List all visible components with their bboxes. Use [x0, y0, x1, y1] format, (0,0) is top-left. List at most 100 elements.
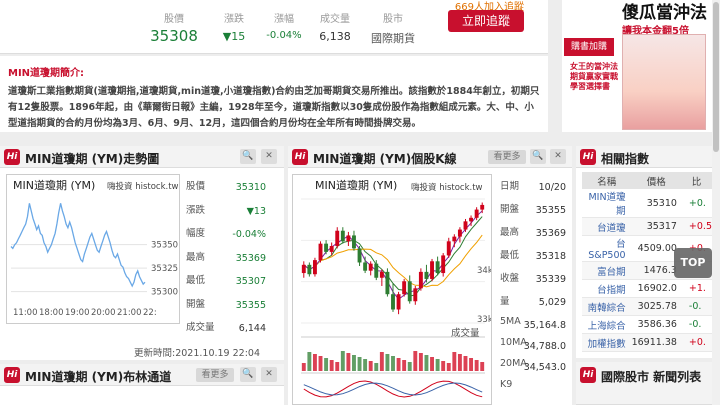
index-row[interactable]: 加權指數 16911.38 +0. — [582, 333, 712, 352]
volume-bar — [368, 361, 373, 371]
y-tick-label: 33k — [477, 315, 491, 325]
trend-stat-label: 開盤 — [186, 298, 206, 310]
kline-stat-label: 收盤 — [500, 273, 520, 284]
candle-body — [335, 230, 340, 247]
index-row[interactable]: 台道瓊 35317 +0.5 — [582, 217, 712, 236]
trend-stat-value: 6,144 — [238, 323, 266, 334]
volume-bar — [430, 357, 434, 371]
index-name[interactable]: 台指期 — [582, 279, 632, 298]
volume-bar — [318, 356, 323, 371]
candle-body — [357, 248, 362, 263]
volume-bar — [307, 352, 312, 371]
index-price: 16911.38 — [631, 333, 681, 352]
kline-stat-row: 收盤 35339 — [500, 270, 566, 293]
y-tick-label: 35350 — [151, 241, 178, 251]
candle-body — [469, 217, 474, 222]
volume-bar — [352, 355, 356, 371]
index-price: 3025.78 — [631, 297, 681, 316]
index-name[interactable]: MIN道瓊期 — [582, 189, 632, 218]
candle-body — [329, 246, 334, 252]
index-header-cell[interactable]: 比 — [680, 172, 712, 189]
zoom-icon[interactable]: 🔍 — [240, 149, 256, 164]
volume-cell: 成交量 6,138 — [312, 10, 358, 43]
bollinger-panel-title: MIN道瓊期 (YM)布林通道 — [25, 370, 172, 384]
trend-stat-row: 幅度 -0.04% — [186, 225, 266, 249]
scrollbar-thumb[interactable] — [713, 2, 719, 152]
index-row[interactable]: 南韓綜合 3025.78 -0. — [582, 297, 712, 316]
price-label: 股價 — [164, 14, 184, 25]
index-name[interactable]: 富台期 — [582, 261, 632, 280]
trend-stat-row: 股價 35310 — [186, 178, 266, 202]
index-header-cell[interactable]: 價格 — [631, 172, 681, 189]
candle-body — [318, 243, 323, 261]
update-time: 更新時間:2021.10.19 22:04 — [134, 348, 260, 359]
index-row[interactable]: MIN道瓊期 35310 +0. — [582, 189, 712, 218]
kline-stat-value: 35339 — [535, 274, 566, 285]
x-tick-label: 18:00 — [39, 308, 64, 318]
pct-label: 漲幅 — [274, 14, 294, 25]
trend-panel-header: Hi MIN道瓊期 (YM)走勢圖 🔍 ✕ — [0, 146, 284, 168]
scrollbar[interactable] — [712, 0, 720, 405]
trend-chart-frame: MIN道瓊期 (YM) 嗨投資 histock.tw 35350 35325 353… — [6, 174, 180, 324]
hi-logo-icon: Hi — [580, 149, 596, 165]
ma-stat-value: 35,164.8 — [523, 320, 566, 331]
close-icon[interactable]: ✕ — [550, 149, 566, 164]
index-name[interactable]: 台S&P500 — [582, 235, 632, 262]
ad-book-cover — [622, 34, 706, 130]
trend-stat-value: -0.04% — [232, 229, 266, 240]
trend-stat-value: 35369 — [235, 252, 266, 264]
zoom-icon[interactable]: 🔍 — [240, 367, 256, 382]
trend-stat-row: 最高 35369 — [186, 249, 266, 273]
kline-panel: Hi MIN道瓊期 (YM)個股K線 看更多 🔍 ✕ MIN道瓊期 (YM) 嗨… — [288, 146, 572, 405]
index-name[interactable]: 南韓綜合 — [582, 297, 632, 316]
index-price: 35317 — [631, 217, 681, 236]
trend-panel: Hi MIN道瓊期 (YM)走勢圖 🔍 ✕ MIN道瓊期 (YM) 嗨投資 hi… — [0, 146, 284, 360]
index-row[interactable]: 上海綜合 3586.36 -0. — [582, 315, 712, 334]
candle-body — [396, 294, 401, 310]
trend-stat-label: 成交量 — [186, 322, 215, 333]
candle-body — [413, 288, 418, 302]
kline-stat-label: 日期 — [500, 181, 520, 192]
track-button[interactable]: 立即追蹤 — [448, 10, 524, 32]
volume-bar — [457, 354, 462, 371]
candle-body — [463, 221, 468, 230]
candle-body — [452, 236, 457, 242]
book-ad[interactable]: 傻瓜當沖法 讓我本金翻5倍 購書加購 女王的當沖法 期貨贏家實戰學習選擇書 — [562, 0, 712, 132]
close-icon[interactable]: ✕ — [261, 367, 277, 382]
trend-stat-label: 最低 — [186, 275, 206, 286]
index-name[interactable]: 加權指數 — [582, 333, 632, 352]
trend-line-chart: 35350 35325 35300 11:00 18:00 19:00 20:00 21:00… — [10, 203, 178, 318]
y-tick-label: 35325 — [151, 264, 178, 274]
ma-stat-value: 34,543.0 — [523, 362, 566, 373]
back-to-top-button[interactable]: TOP — [674, 248, 712, 278]
volume-bar — [452, 352, 457, 371]
ad-buy-button[interactable]: 購書加購 — [564, 38, 614, 56]
candle-body — [346, 235, 351, 242]
ma-stat-row: 5MA 35,164.8 — [500, 316, 566, 337]
index-header-cell[interactable]: 名稱 — [582, 172, 632, 189]
zoom-icon[interactable]: 🔍 — [530, 149, 546, 164]
close-icon[interactable]: ✕ — [261, 149, 277, 164]
volume-bar — [474, 360, 479, 371]
kline-stat-value: 35318 — [535, 251, 566, 262]
volume-bar — [391, 356, 395, 371]
index-name[interactable]: 台道瓊 — [582, 217, 632, 236]
volume-bar — [413, 351, 418, 371]
candle-body — [424, 271, 429, 279]
bollinger-more-button[interactable]: 看更多 — [196, 368, 234, 382]
index-row[interactable]: 台指期 16902.0 +1. — [582, 279, 712, 298]
market-value: 國際期貨 — [371, 32, 415, 45]
volume-bar — [329, 360, 334, 371]
price-value: 35308 — [150, 27, 198, 45]
kline-stat-label: 量 — [500, 296, 510, 307]
kline-stat-label: 最高 — [500, 227, 520, 238]
candle-body — [430, 261, 434, 279]
candle-body — [474, 209, 479, 218]
volume-bar — [435, 359, 440, 371]
hi-logo-icon: Hi — [580, 367, 596, 383]
kline-more-button[interactable]: 看更多 — [488, 150, 526, 164]
change-label: 漲跌 — [224, 14, 244, 25]
kline-stat-label: 開盤 — [500, 204, 520, 215]
index-name[interactable]: 上海綜合 — [582, 315, 632, 334]
volume-bar — [463, 356, 468, 371]
